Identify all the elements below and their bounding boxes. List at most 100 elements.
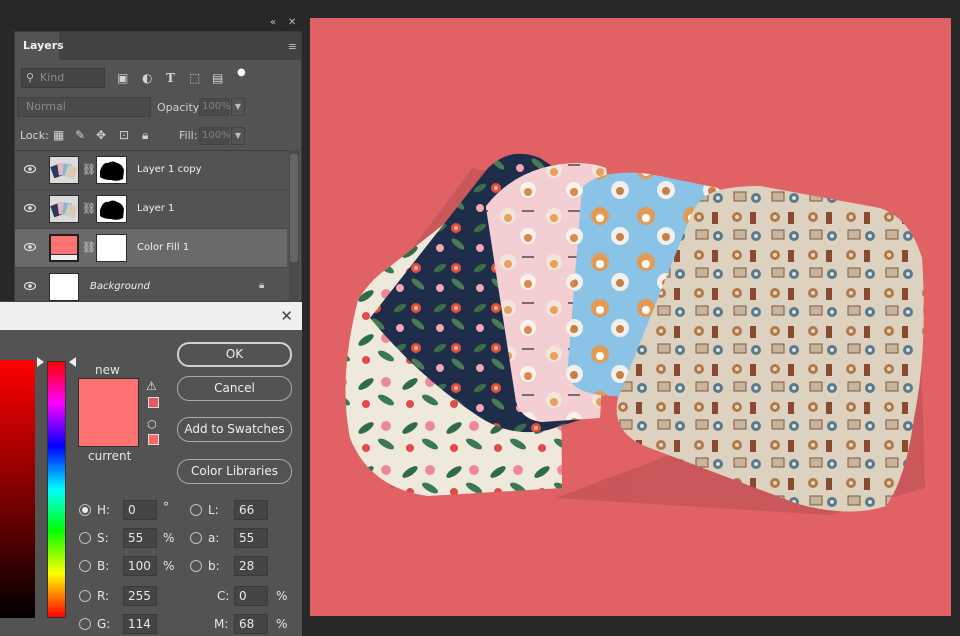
filter-kind-label: Kind	[40, 71, 65, 84]
layer-row-layer-1-copy[interactable]: ⛓ Layer 1 copy	[15, 151, 287, 190]
chevron-down-icon[interactable]: ▼	[231, 98, 245, 116]
web-safe-cube-icon[interactable]: ⬡	[147, 418, 157, 431]
lock-icon: 🔒︎	[259, 280, 265, 291]
close-panel-icon[interactable]: ✕	[288, 17, 296, 28]
tab-layers[interactable]: Layers	[15, 32, 64, 60]
adjustment-filter-icon[interactable]: ◐	[142, 71, 152, 85]
layer-mask-thumbnail[interactable]	[96, 234, 127, 262]
opacity-label: Opacity:	[157, 101, 203, 114]
eye-icon[interactable]	[24, 203, 36, 213]
layers-tab-bar: Layers ≡	[15, 32, 301, 60]
close-icon[interactable]: ✕	[280, 307, 293, 325]
fill-field[interactable]: 100%	[199, 127, 231, 145]
layer-name: Color Fill 1	[137, 242, 190, 253]
filter-kind-select[interactable]: ⚲ Kind	[21, 68, 105, 88]
search-icon: ⚲	[26, 71, 35, 84]
ok-button[interactable]: OK	[177, 342, 292, 367]
lock-pixels-icon[interactable]: ✎	[75, 128, 85, 142]
blend-mode-select[interactable]: Normal	[17, 97, 151, 117]
fill-label: Fill:	[179, 129, 198, 142]
cyan-input[interactable]: 0	[234, 586, 268, 606]
fill-color-thumbnail[interactable]	[49, 234, 79, 262]
opacity-field[interactable]: 100%	[199, 98, 231, 116]
a-channel-label: a:	[208, 531, 220, 545]
panel-header-strip: « ✕	[14, 17, 300, 31]
b-channel-input[interactable]: 28	[234, 556, 268, 576]
hue-radio[interactable]	[79, 504, 91, 516]
lightness-radio[interactable]	[190, 504, 202, 516]
collapse-panels-icon[interactable]: «	[270, 17, 276, 28]
red-input[interactable]: 255	[123, 586, 157, 606]
shape-filter-icon[interactable]: ⬚	[189, 71, 200, 85]
b-channel-radio[interactable]	[190, 560, 202, 572]
layer-row-color-fill-1[interactable]: ⛓ Color Fill 1	[15, 229, 287, 268]
layer-name: Layer 1	[137, 203, 175, 214]
hue-label: H:	[97, 503, 111, 517]
eye-icon[interactable]	[24, 281, 36, 291]
link-icon[interactable]: ⛓	[82, 202, 96, 215]
type-filter-icon[interactable]: T	[166, 71, 175, 85]
lock-transparency-icon[interactable]: ▦	[53, 128, 64, 142]
color-field[interactable]	[0, 360, 35, 618]
brightness-label: B:	[97, 559, 110, 573]
slider-handle-left-icon[interactable]	[37, 357, 44, 367]
saturation-radio[interactable]	[79, 532, 91, 544]
red-label: R:	[97, 589, 110, 603]
magenta-input[interactable]: 68	[234, 614, 268, 634]
panel-menu-icon[interactable]: ≡	[288, 40, 297, 53]
layer-name: Layer 1 copy	[137, 164, 202, 175]
a-channel-input[interactable]: 55	[234, 528, 268, 548]
green-input[interactable]: 114	[123, 614, 157, 634]
degree-unit: °	[163, 500, 169, 514]
filter-toggle-icon[interactable]: ●	[237, 67, 246, 78]
layers-scrollbar[interactable]	[289, 150, 299, 302]
web-safe-color-swatch[interactable]	[148, 434, 159, 445]
pixel-filter-icon[interactable]: ▣	[117, 71, 128, 85]
blend-mode-row: Normal Opacity: 100% ▼	[15, 95, 301, 119]
link-icon[interactable]: ⛓	[82, 241, 96, 254]
photoshop-workspace: « ✕ Layers ≡ ⚲ Kind ▣ ◐ T ⬚ ▤ ● Normal O…	[0, 0, 960, 636]
pouches-photo	[345, 153, 925, 515]
lightness-input[interactable]: 66	[234, 500, 268, 520]
layers-panel: Layers ≡ ⚲ Kind ▣ ◐ T ⬚ ▤ ● Normal Opaci…	[14, 31, 302, 307]
green-radio[interactable]	[79, 618, 91, 630]
new-color-label: new	[95, 363, 120, 377]
saturation-input[interactable]: 55	[123, 528, 157, 548]
cancel-button[interactable]: Cancel	[177, 376, 292, 401]
document-canvas[interactable]	[310, 18, 951, 616]
chevron-down-icon[interactable]: ▼	[231, 127, 245, 145]
layer-thumbnail	[49, 195, 79, 223]
layer-thumbnail	[49, 156, 79, 184]
lock-position-icon[interactable]: ✥	[96, 128, 106, 142]
layer-mask-thumbnail[interactable]	[96, 156, 127, 184]
hue-slider[interactable]	[47, 361, 66, 618]
link-icon[interactable]: ⛓	[82, 163, 96, 176]
smart-object-filter-icon[interactable]: ▤	[212, 71, 223, 85]
b-channel-label: b:	[208, 559, 220, 573]
current-color-swatch[interactable]	[78, 414, 139, 447]
gamut-warning-icon[interactable]: ⚠	[146, 379, 157, 393]
layer-name: Background	[90, 281, 150, 292]
brightness-input[interactable]: 100	[123, 556, 157, 576]
lock-all-icon[interactable]: 🔒︎	[142, 128, 148, 143]
eye-icon[interactable]	[24, 164, 36, 174]
color-picker-dialog: ✕ new current ⚠ ⬡ OK Cancel Add to Swatc…	[0, 301, 302, 636]
lock-artboard-icon[interactable]: ⊡	[119, 128, 129, 142]
red-radio[interactable]	[79, 590, 91, 602]
eye-icon[interactable]	[24, 242, 36, 252]
scrollbar-thumb[interactable]	[290, 154, 298, 262]
color-libraries-button[interactable]: Color Libraries	[177, 459, 292, 484]
lock-label: Lock:	[20, 129, 49, 142]
percent-unit: %	[163, 531, 175, 545]
gamut-color-swatch[interactable]	[148, 397, 159, 408]
layer-row-layer-1[interactable]: ⛓ Layer 1	[15, 190, 287, 229]
a-channel-radio[interactable]	[190, 532, 202, 544]
add-to-swatches-button[interactable]: Add to Swatches	[177, 417, 292, 442]
layer-filter-row: ⚲ Kind ▣ ◐ T ⬚ ▤ ●	[15, 65, 301, 91]
brightness-radio[interactable]	[79, 560, 91, 572]
hue-input[interactable]: 0	[123, 500, 157, 520]
lightness-label: L:	[208, 503, 219, 517]
layer-mask-thumbnail[interactable]	[96, 195, 127, 223]
slider-handle-right-icon[interactable]	[69, 357, 76, 367]
new-color-swatch	[78, 378, 139, 414]
